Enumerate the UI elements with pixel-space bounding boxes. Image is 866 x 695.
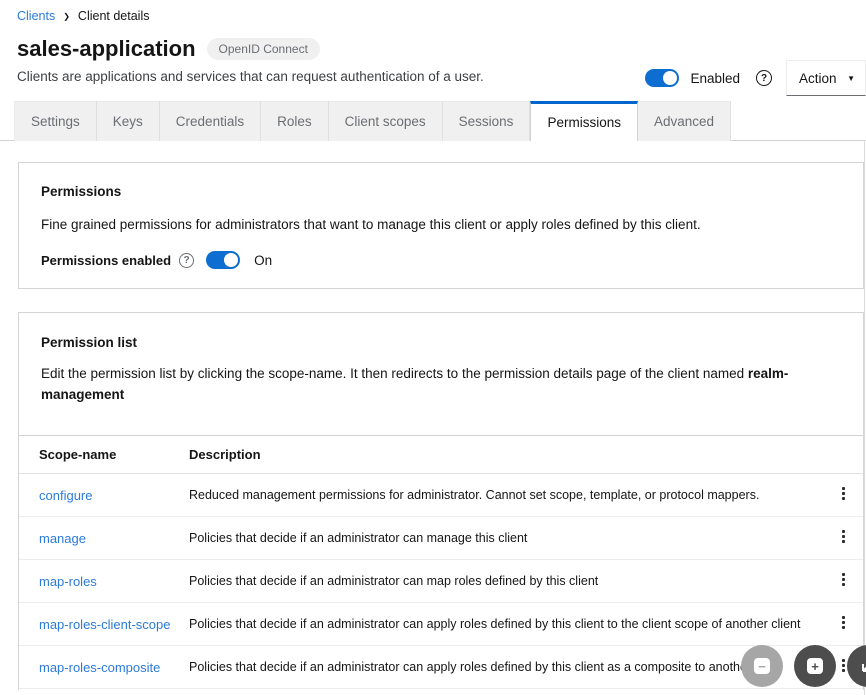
scope-link-map-roles-composite[interactable]: map-roles-composite — [39, 660, 160, 675]
permissions-card-title: Permissions — [41, 184, 841, 199]
kebab-menu-icon[interactable] — [836, 612, 851, 633]
client-details-page: Clients ❯ Client details sales-applicati… — [0, 0, 866, 695]
tab-content: Permissions Fine grained permissions for… — [0, 162, 866, 690]
permission-list-title: Permission list — [41, 335, 841, 350]
permissions-toggle-state: On — [254, 253, 272, 268]
chevron-right-icon: ❯ — [63, 12, 70, 21]
scope-link-map-roles-client-scope[interactable]: map-roles-client-scope — [39, 617, 171, 632]
scope-link-map-roles[interactable]: map-roles — [39, 574, 97, 589]
table-row: map-roles-composite Policies that decide… — [19, 646, 863, 689]
scope-link-manage[interactable]: manage — [39, 531, 86, 546]
scope-link-configure[interactable]: configure — [39, 488, 92, 503]
page-title: sales-application — [17, 36, 196, 62]
permissions-card-description: Fine grained permissions for administrat… — [41, 214, 841, 235]
kebab-menu-icon[interactable] — [836, 569, 851, 590]
kebab-menu-icon[interactable] — [836, 483, 851, 504]
table-header-row: Scope-name Description — [19, 436, 863, 474]
arrow-corner-icon — [859, 657, 866, 675]
table-row: manage Policies that decide if an admini… — [19, 517, 863, 560]
tab-keys[interactable]: Keys — [97, 101, 160, 141]
protocol-badge: OpenID Connect — [207, 38, 320, 60]
tab-roles[interactable]: Roles — [261, 101, 329, 141]
breadcrumb: Clients ❯ Client details — [0, 0, 866, 23]
tab-client-scopes[interactable]: Client scopes — [329, 101, 443, 141]
tab-sessions[interactable]: Sessions — [443, 101, 531, 141]
scope-description: Policies that decide if an administrator… — [169, 603, 823, 646]
help-icon[interactable]: ? — [179, 253, 194, 268]
table-row: token-exchange Policies that decide whic… — [19, 689, 863, 691]
tab-advanced[interactable]: Advanced — [638, 101, 731, 141]
column-header-scope-name: Scope-name — [19, 436, 169, 474]
scope-description: Reduced management permissions for admin… — [169, 474, 823, 517]
permissions-card: Permissions Fine grained permissions for… — [18, 162, 864, 289]
permissions-enabled-label: Permissions enabled — [41, 253, 171, 268]
zoom-out-icon: − — [754, 658, 770, 674]
breadcrumb-current: Client details — [78, 9, 150, 23]
zoom-in-button[interactable]: + — [794, 645, 836, 687]
tab-credentials[interactable]: Credentials — [160, 101, 261, 141]
caret-down-icon: ▼ — [847, 74, 855, 83]
help-icon[interactable]: ? — [756, 70, 772, 86]
scope-description: Policies that decide if an administrator… — [169, 517, 823, 560]
table-row: map-roles-client-scope Policies that dec… — [19, 603, 863, 646]
enabled-label: Enabled — [690, 71, 740, 86]
tab-bar: Settings Keys Credentials Roles Client s… — [0, 101, 866, 141]
zoom-in-icon: + — [807, 658, 823, 674]
kebab-menu-icon[interactable] — [836, 526, 851, 547]
header-controls: Enabled ? Action ▼ — [645, 58, 866, 98]
scope-description: Policies that decide if an administrator… — [169, 646, 823, 689]
permission-table: Scope-name Description configure Reduced… — [19, 435, 863, 690]
tab-permissions[interactable]: Permissions — [530, 101, 638, 141]
permissions-enabled-toggle[interactable] — [206, 251, 240, 269]
column-header-description: Description — [169, 436, 823, 474]
table-row: map-roles Policies that decide if an adm… — [19, 560, 863, 603]
action-dropdown-label: Action — [799, 71, 837, 86]
scope-description: Policies that decide if an administrator… — [169, 560, 823, 603]
enabled-toggle[interactable] — [645, 69, 679, 87]
scope-description: Policies that decide which clients are a… — [169, 689, 823, 691]
action-dropdown[interactable]: Action ▼ — [786, 60, 866, 96]
page-header: sales-application OpenID Connect Clients… — [0, 36, 866, 84]
breadcrumb-clients-link[interactable]: Clients — [17, 9, 55, 23]
permission-list-card: Permission list Edit the permission list… — [18, 312, 864, 690]
permission-list-description: Edit the permission list by clicking the… — [41, 363, 841, 405]
tab-settings[interactable]: Settings — [14, 101, 97, 141]
zoom-out-button[interactable]: − — [741, 645, 783, 687]
scrollbar-edge[interactable] — [864, 140, 865, 695]
table-row: configure Reduced management permissions… — [19, 474, 863, 517]
column-header-actions — [823, 436, 863, 474]
